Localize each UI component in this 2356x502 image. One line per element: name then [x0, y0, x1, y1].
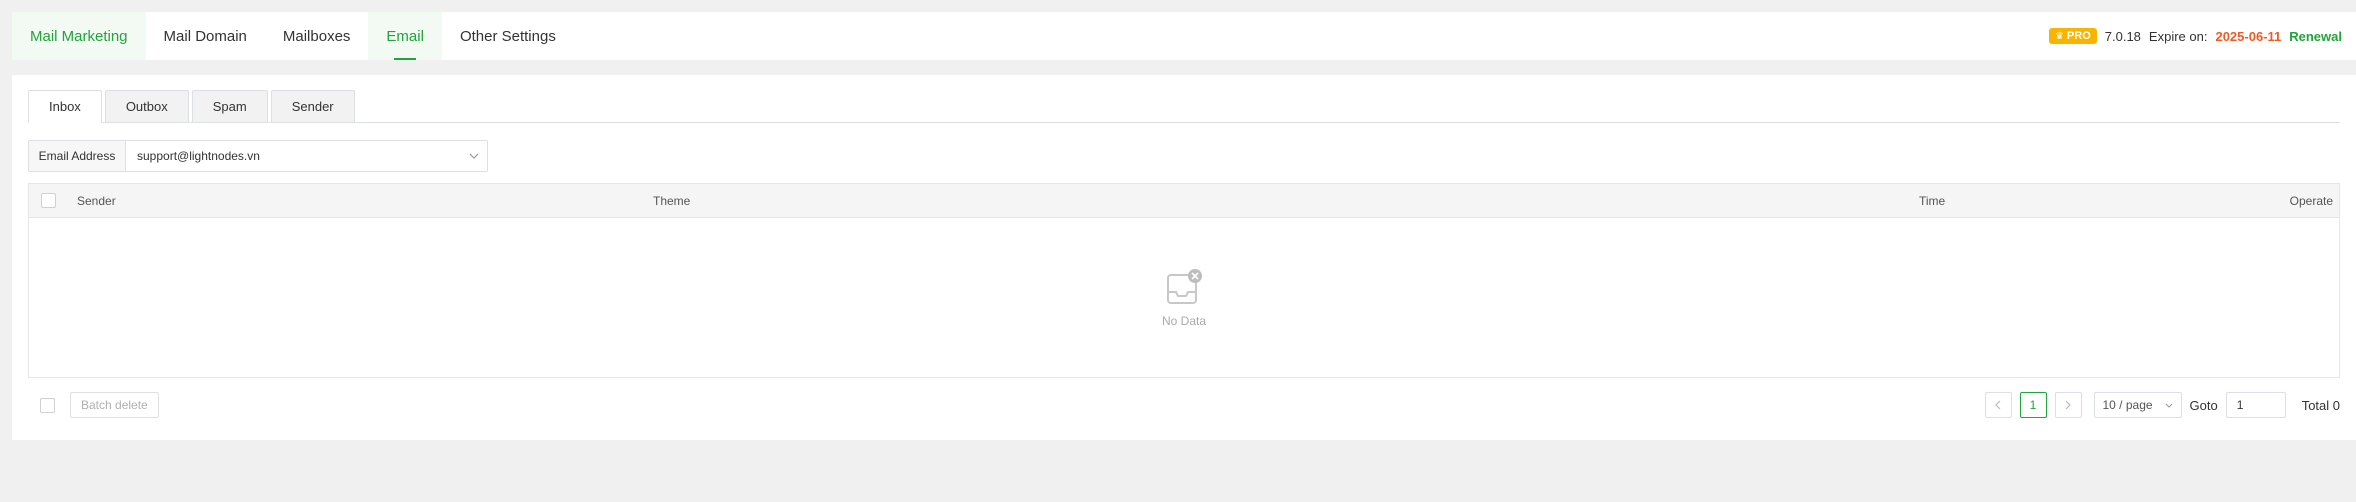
version-info: ♛ PRO 7.0.18 Expire on: 2025-06-11 Renew… [2048, 28, 2356, 44]
expire-label: Expire on: [2148, 28, 2208, 44]
tab-email[interactable]: Email [368, 12, 442, 60]
email-address-select[interactable]: Email Address support@lightnodes.vn [28, 140, 488, 172]
version-number: 7.0.18 [2104, 28, 2141, 44]
tab-spam[interactable]: Spam [191, 90, 268, 123]
tab-sender[interactable]: Sender [270, 90, 355, 123]
tab-other-settings[interactable]: Other Settings [442, 12, 574, 60]
select-all-checkbox[interactable] [41, 193, 56, 208]
batch-delete-button[interactable]: Batch delete [70, 392, 159, 418]
empty-state: No Data [29, 218, 2339, 377]
empty-text: No Data [1161, 313, 1207, 328]
tab-inbox[interactable]: Inbox [28, 90, 102, 123]
tab-outbox[interactable]: Outbox [104, 90, 189, 123]
tab-mail-domain[interactable]: Mail Domain [146, 12, 265, 60]
column-time[interactable]: Time [1919, 194, 1945, 208]
email-table: Sender Theme Time Operate No Data [28, 183, 2340, 378]
batch-select-checkbox[interactable] [40, 398, 55, 413]
top-navigation: Mail Marketing Mail Domain Mailboxes Ema… [12, 12, 2356, 60]
page-size-select[interactable]: 10 / page [2093, 392, 2182, 418]
pro-badge: ♛ PRO [2048, 28, 2097, 44]
tab-mailboxes[interactable]: Mailboxes [265, 12, 369, 60]
tab-mail-marketing[interactable]: Mail Marketing [12, 12, 146, 60]
column-theme[interactable]: Theme [653, 194, 690, 208]
mail-folder-tabs: Inbox Outbox Spam Sender [28, 90, 2340, 123]
chevron-left-icon[interactable] [1984, 392, 2012, 418]
chevron-down-icon[interactable] [461, 141, 487, 171]
email-address-value[interactable]: support@lightnodes.vn [126, 141, 461, 171]
email-panel: Inbox Outbox Spam Sender Email Address s… [12, 75, 2356, 440]
expire-date: 2025-06-11 [2215, 28, 2282, 44]
goto-input[interactable]: 1 [2225, 392, 2286, 418]
crown-icon: ♛ [2054, 30, 2064, 42]
page-size-value: 10 / page [2102, 398, 2153, 412]
column-sender[interactable]: Sender [77, 194, 116, 208]
empty-inbox-icon [1167, 268, 1202, 304]
chevron-right-icon[interactable] [2054, 392, 2082, 418]
goto-label: Goto [2189, 397, 2218, 413]
renewal-link[interactable]: Renewal [2289, 29, 2342, 44]
email-address-label: Email Address [29, 141, 126, 171]
total-count: Total 0 [2301, 397, 2340, 413]
column-operate: Operate [2289, 194, 2333, 208]
page-number[interactable]: 1 [2019, 392, 2047, 418]
chevron-down-icon [2165, 403, 2172, 408]
table-header: Sender Theme Time Operate [29, 184, 2339, 218]
pro-label: PRO [2066, 30, 2091, 42]
pagination: 1 10 / page Goto 1 Total 0 [1984, 392, 2340, 418]
